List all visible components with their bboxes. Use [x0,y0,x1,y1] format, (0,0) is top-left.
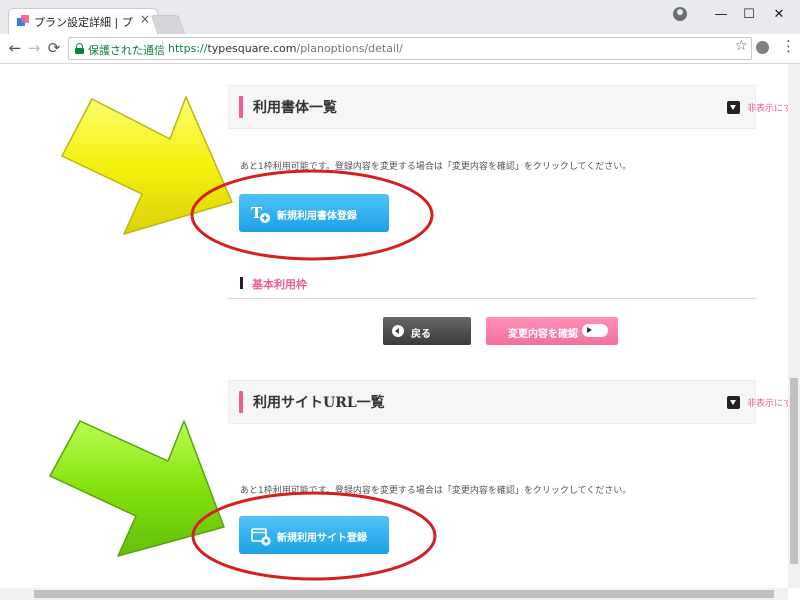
section-marker [239,391,243,413]
tab-title: プラン設定詳細 | プラン･オプ [34,16,134,29]
site-favicon-icon [17,15,29,27]
section-marker [239,96,243,118]
basic-slot-label: 基本利用枠 [252,278,307,291]
collapse-icon [727,396,740,409]
site-add-icon [251,528,271,546]
site-section-header: 利用サイトURL一覧 非表示にする [228,380,788,424]
address-separator [162,41,163,56]
profile-icon[interactable] [673,7,687,21]
address-bar[interactable]: 保護された通信 https://typesquare.com/planoptio… [68,37,752,60]
browser-menu-icon[interactable]: ⋮ [781,38,796,54]
browser-toolbar: ← → ⟳ 保護された通信 https://typesquare.com/pla… [0,34,800,64]
reload-icon[interactable]: ⟳ [45,39,63,57]
url-text: https://typesquare.com/planoptions/detai… [168,42,403,55]
horizontal-scrollbar[interactable] [0,588,788,600]
add-font-button-label: 新規利用書体登録 [277,211,357,222]
back-arrow-icon[interactable]: ← [6,39,24,57]
back-button[interactable]: 戻る [383,317,471,345]
site-section-title: 利用サイトURL一覧 [253,395,385,411]
add-font-button[interactable]: T 新規利用書体登録 [239,194,389,232]
vertical-scrollbar[interactable] [788,64,800,588]
add-site-button[interactable]: 新規利用サイト登録 [239,516,389,554]
page-viewport: 利用書体一覧 非表示にする あと1枠利用可能です。登録内容を変更する場合は「変更… [0,64,788,588]
green-pointer-arrow [49,420,225,557]
subheading-marker [240,277,243,289]
add-site-button-label: 新規利用サイト登録 [277,533,367,544]
hide-toggle-label: 非表示にする [747,399,788,409]
site-section-note: あと1枠利用可能です。登録内容を変更する場合は「変更内容を確認」をクリックしてく… [240,486,632,496]
yellow-pointer-arrow [61,96,233,235]
tab-close-icon[interactable]: × [140,12,150,26]
horizontal-scroll-thumb[interactable] [34,590,774,598]
lock-icon [75,43,84,54]
font-section-note: あと1枠利用可能です。登録内容を変更する場合は「変更内容を確認」をクリックしてく… [240,162,632,172]
extension-icon[interactable] [756,41,769,54]
bookmark-star-icon[interactable]: ☆ [735,38,748,54]
minimize-button[interactable]: — [706,2,736,28]
secure-connection-label: 保護された通信 [88,44,165,57]
section-divider [228,298,756,299]
hide-toggle-label: 非表示にする [747,104,788,114]
confirm-button-label: 変更内容を確認 [508,329,578,340]
close-window-button[interactable]: ✕ [764,2,794,28]
back-arrow-circle-icon [392,325,404,337]
browser-tab[interactable]: プラン設定詳細 | プラン･オプ × [8,8,158,34]
font-section-title: 利用書体一覧 [253,100,337,116]
back-button-label: 戻る [411,329,431,340]
font-section-header: 利用書体一覧 非表示にする [228,85,788,129]
collapse-icon [727,101,740,114]
browser-titlebar: プラン設定詳細 | プラン･オプ × — ☐ ✕ [0,0,800,34]
forward-arrow-icon[interactable]: → [25,39,43,57]
new-tab-button[interactable] [150,15,186,34]
confirm-changes-button[interactable]: 変更内容を確認 [486,317,618,345]
font-add-icon: T [251,204,270,223]
maximize-button[interactable]: ☐ [734,2,764,28]
vertical-scroll-thumb[interactable] [790,378,798,564]
forward-arrow-pill-icon [582,324,608,337]
